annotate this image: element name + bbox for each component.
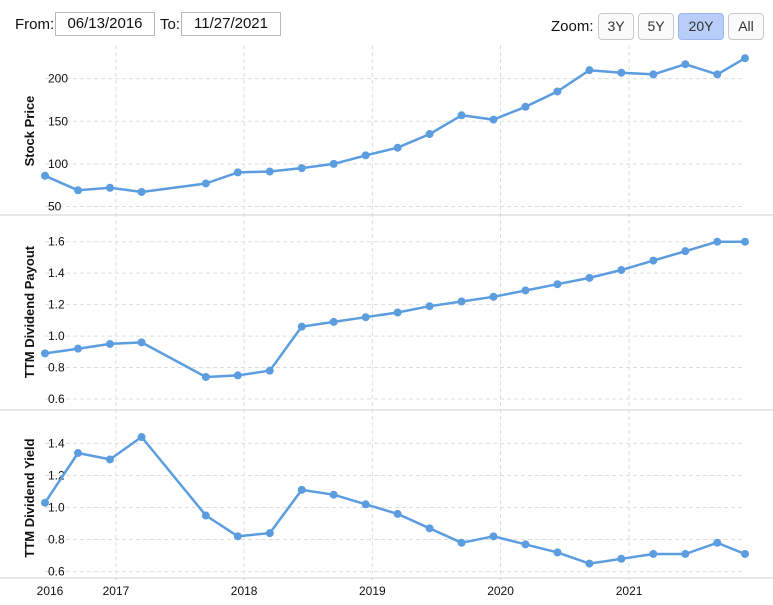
data-point xyxy=(329,159,338,168)
data-point xyxy=(425,524,434,533)
data-point xyxy=(585,559,594,568)
y-tick-label: 0.8 xyxy=(48,533,65,547)
data-point xyxy=(265,167,274,176)
data-point xyxy=(649,70,658,79)
x-tick-label: 2021 xyxy=(616,584,643,598)
data-point xyxy=(553,548,562,557)
data-point xyxy=(41,498,49,507)
data-point xyxy=(713,237,722,246)
data-point xyxy=(393,308,402,317)
y-axis-title: Stock Price xyxy=(22,96,37,167)
data-point xyxy=(105,183,114,192)
data-point xyxy=(521,540,530,549)
y-tick-label: 150 xyxy=(48,114,68,128)
data-point xyxy=(425,302,434,311)
data-point xyxy=(585,66,594,75)
y-tick-label: 0.8 xyxy=(48,361,65,375)
data-point xyxy=(329,490,338,499)
data-point xyxy=(361,151,370,160)
y-tick-label: 200 xyxy=(48,72,68,86)
y-tick-label: 1.6 xyxy=(48,235,65,249)
data-point xyxy=(233,532,242,541)
y-tick-label: 1.4 xyxy=(48,266,65,280)
data-point xyxy=(741,549,749,558)
data-point xyxy=(521,102,530,111)
data-point xyxy=(393,509,402,518)
data-point xyxy=(74,186,83,195)
data-point xyxy=(553,87,562,96)
data-point xyxy=(201,179,210,188)
data-point xyxy=(741,54,749,63)
data-point xyxy=(41,171,49,180)
data-point xyxy=(201,372,210,381)
data-point xyxy=(329,317,338,326)
x-tick-label: 2018 xyxy=(231,584,258,598)
data-point xyxy=(41,349,49,358)
x-tick-label: 2016 xyxy=(37,584,64,598)
y-tick-label: 1.0 xyxy=(48,329,65,343)
data-point xyxy=(137,187,146,196)
data-point xyxy=(457,297,466,306)
series-line xyxy=(43,435,746,565)
y-tick-label: 0.6 xyxy=(48,565,65,579)
y-tick-label: 100 xyxy=(48,157,68,171)
data-point xyxy=(553,280,562,289)
x-tick-label: 2017 xyxy=(103,584,130,598)
data-point xyxy=(649,256,658,265)
data-point xyxy=(617,554,626,563)
data-point xyxy=(393,143,402,152)
y-tick-label: 1.2 xyxy=(48,298,65,312)
data-point xyxy=(681,549,690,558)
series-line xyxy=(44,240,745,379)
data-point xyxy=(489,292,498,301)
data-point xyxy=(297,164,306,173)
data-point xyxy=(297,485,306,494)
y-tick-label: 1.0 xyxy=(48,501,65,515)
data-point xyxy=(265,366,274,375)
data-point xyxy=(617,68,626,77)
data-point xyxy=(361,500,370,509)
data-point xyxy=(74,449,83,458)
data-point xyxy=(137,338,146,347)
data-point xyxy=(521,286,530,295)
y-axis-title: TTM Dividend Yield xyxy=(22,438,37,557)
data-point xyxy=(361,313,370,322)
data-point xyxy=(425,130,434,139)
y-tick-label: 50 xyxy=(48,199,62,213)
data-point xyxy=(713,70,722,79)
y-axis-title: TTM Dividend Payout xyxy=(22,245,37,378)
data-point xyxy=(105,339,114,348)
data-point xyxy=(489,532,498,541)
data-point xyxy=(649,549,658,558)
y-tick-label: 0.6 xyxy=(48,392,65,406)
data-point xyxy=(297,322,306,331)
stock-dividend-chart: 50 100 150 200 Stock Price 0.6 0.8 1.0 1.2 1.4 1.6… xyxy=(0,45,773,598)
data-point xyxy=(741,237,749,246)
data-point xyxy=(233,371,242,380)
data-point xyxy=(265,529,274,538)
data-point xyxy=(105,455,114,464)
data-point xyxy=(233,168,242,177)
data-point xyxy=(137,433,146,442)
y-tick-label: 1.4 xyxy=(48,436,65,450)
data-point xyxy=(457,111,466,120)
data-point xyxy=(681,247,690,256)
data-point xyxy=(489,115,498,124)
data-point xyxy=(713,538,722,547)
data-point xyxy=(457,538,466,547)
x-tick-label: 2020 xyxy=(487,584,514,598)
data-point xyxy=(74,344,83,353)
x-tick-label: 2019 xyxy=(359,584,386,598)
data-point xyxy=(617,266,626,275)
data-point xyxy=(201,511,210,520)
data-point xyxy=(681,60,690,69)
data-point xyxy=(585,273,594,282)
